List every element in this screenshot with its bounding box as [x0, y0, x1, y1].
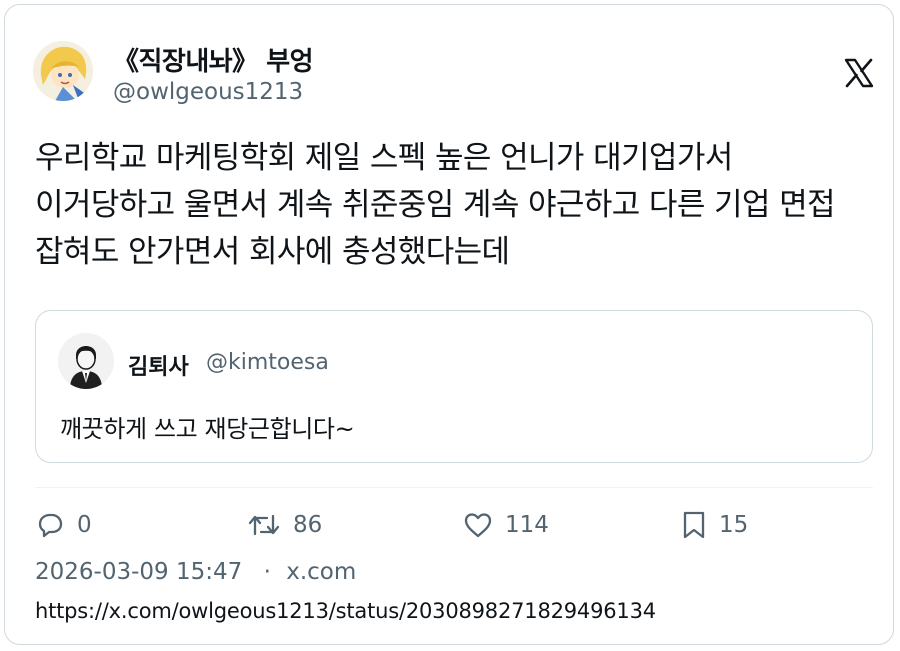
retweet-count: 86	[293, 512, 323, 538]
tweet-meta: 2026-03-09 15:47 · x.com	[35, 559, 356, 585]
tweet-url[interactable]: https://x.com/owlgeous1213/status/203089…	[35, 599, 656, 623]
quoted-avatar-image	[58, 333, 114, 389]
x-logo-icon[interactable]	[843, 57, 875, 89]
author-display-name[interactable]: 《직장내놔》 부엉	[113, 41, 314, 78]
tweet-text: 우리학교 마케팅학회 제일 스펙 높은 언니가 대기업가서 이거당하고 울면서 …	[35, 140, 836, 270]
divider	[35, 487, 873, 488]
quoted-text: 깨끗하게 쓰고 재당근합니다~	[60, 415, 355, 443]
source-link[interactable]: x.com	[286, 559, 356, 585]
bookmark-icon	[683, 511, 705, 539]
author-avatar[interactable]	[33, 41, 93, 101]
meta-separator: ·	[263, 559, 271, 585]
retweet-button[interactable]: 86	[247, 508, 322, 542]
quoted-handle: @kimtoesa	[206, 350, 329, 375]
bookmark-button[interactable]: 15	[681, 508, 748, 542]
quoted-author-avatar[interactable]	[58, 333, 114, 389]
like-count: 114	[505, 512, 549, 538]
quoted-tweet[interactable]: 김퇴사 @kimtoesa 깨끗하게 쓰고 재당근합니다~	[35, 310, 873, 463]
timestamp[interactable]: 2026-03-09 15:47	[35, 559, 242, 585]
reply-count: 0	[77, 512, 92, 538]
bookmark-count: 15	[719, 512, 749, 538]
quoted-display-name: 김퇴사	[128, 355, 189, 380]
avatar-image	[33, 41, 93, 101]
reply-icon	[38, 513, 63, 538]
tweet-card: 《직장내놔》 부엉 @owlgeous1213 우리학교 마케팅학회 제일 스펙…	[4, 4, 894, 645]
retweet-icon	[248, 514, 280, 536]
author-handle[interactable]: @owlgeous1213	[113, 79, 303, 105]
reply-button[interactable]: 0	[35, 508, 92, 542]
like-button[interactable]: 114	[463, 508, 549, 542]
heart-icon	[464, 513, 492, 538]
